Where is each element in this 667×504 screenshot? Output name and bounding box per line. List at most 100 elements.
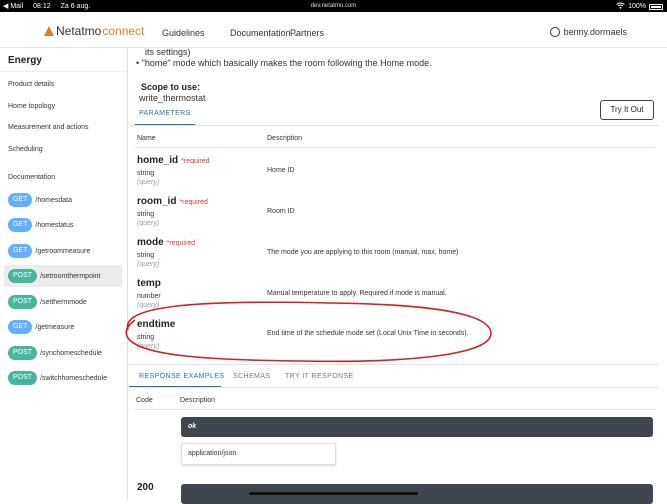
column-description: Description <box>180 397 216 404</box>
scope-label: Scope to use: <box>141 82 201 92</box>
nav-documentation[interactable]: Documentation ⌄ <box>230 28 299 38</box>
brand-sub: connect <box>102 24 145 38</box>
param-type: string <box>137 170 155 177</box>
endpoint-switchhomeschedule[interactable]: POST /switchhomeschedule <box>4 367 122 389</box>
battery-icon <box>649 3 663 10</box>
param-location: (query) <box>137 261 160 268</box>
column-description: Description <box>267 135 303 142</box>
divider <box>135 409 655 410</box>
nav-guidelines[interactable]: Guidelines <box>162 28 205 38</box>
param-name-text: temp <box>137 278 161 289</box>
tab-try-it-response[interactable]: TRY IT RESPONSE <box>285 373 354 380</box>
home-indicator[interactable] <box>249 492 418 495</box>
column-name: Name <box>137 135 156 142</box>
wifi-icon <box>616 2 625 11</box>
param-type: string <box>137 334 155 341</box>
nav-documentation-label: Documentation <box>230 28 291 38</box>
method-badge: POST <box>8 346 38 360</box>
divider <box>129 125 659 126</box>
sidebar-item-measurement[interactable]: Measurement and actions <box>8 124 89 131</box>
nav-partners[interactable]: Partners <box>290 28 324 38</box>
param-type: number <box>137 293 161 300</box>
method-badge: GET <box>8 320 33 334</box>
endpoint-getmeasure[interactable]: GET /getmeasure <box>4 316 122 338</box>
sidebar-item-documentation[interactable]: Documentation <box>8 174 55 181</box>
required-label: *required <box>166 240 196 247</box>
sidebar-item-scheduling[interactable]: Scheduling <box>8 146 43 153</box>
top-navigation: Netatmo connect Guidelines Documentation… <box>0 12 667 48</box>
param-type: string <box>137 211 155 218</box>
required-label: *required <box>181 158 210 165</box>
param-description: Home ID <box>267 167 295 174</box>
sidebar-item-home-topology[interactable]: Home topology <box>8 103 55 110</box>
param-name-text: home_id <box>137 155 179 166</box>
method-badge: GET <box>8 193 33 207</box>
param-name: home_id *required <box>137 155 210 166</box>
main-content: its settings) • "home" mode which basica… <box>129 47 667 504</box>
divider <box>0 71 128 72</box>
endpoint-path: /homestatus <box>35 221 74 229</box>
intro-bullet: • "home" mode which basically makes the … <box>136 58 432 68</box>
endpoint-path: /setthermmode <box>40 298 87 306</box>
param-type: string <box>137 252 155 259</box>
tab-parameters[interactable]: PARAMETERS <box>139 110 191 117</box>
scope-value: write_thermostat <box>139 93 206 103</box>
endpoint-path: /getmeasure <box>35 323 75 331</box>
content-type-select[interactable]: application/json <box>181 443 336 465</box>
method-badge: POST <box>8 371 38 385</box>
try-it-out-button[interactable]: Try It Out <box>600 100 654 120</box>
param-name-text: mode <box>137 237 164 248</box>
endpoint-path: /synchomeschedule <box>40 349 102 357</box>
param-name: room_id *required <box>137 196 208 207</box>
ios-status-bar: ◀ Mail 08:12 Za 6 aug. dev.netatmo.com 1… <box>0 0 667 12</box>
endpoint-path: /homesdata <box>35 196 72 204</box>
tab-response-examples[interactable]: RESPONSE EXAMPLES <box>139 373 224 380</box>
divider <box>129 387 659 388</box>
endpoint-synchomeschedule[interactable]: POST /synchomeschedule <box>4 342 122 364</box>
param-location: (query) <box>137 302 160 309</box>
ok-label-bar: ok <box>181 417 653 437</box>
endpoint-setthermmode[interactable]: POST /setthermmode <box>4 291 122 313</box>
param-description: End time of the schedule mode set (Local… <box>267 330 469 337</box>
param-name-text: room_id <box>137 196 177 207</box>
netatmo-logo[interactable]: Netatmo connect <box>44 24 144 38</box>
sidebar: Energy Product details Home topology Mea… <box>0 48 128 500</box>
method-badge: GET <box>8 218 33 232</box>
param-location: (query) <box>137 179 160 186</box>
param-description: The mode you are applying to this room (… <box>267 249 459 256</box>
endpoint-homestatus[interactable]: GET /homestatus <box>4 214 122 236</box>
brand-name: Netatmo <box>56 24 102 38</box>
param-name-text: endtime <box>137 319 176 330</box>
required-label: *required <box>179 199 208 206</box>
netatmo-logo-icon <box>44 26 54 36</box>
endpoint-path: /switchhomeschedule <box>40 374 107 382</box>
sidebar-title: Energy <box>8 55 42 66</box>
username: benny.dormaels <box>563 27 627 37</box>
url-display[interactable]: dev.netatmo.com <box>0 3 667 9</box>
user-menu[interactable]: benny.dormaels <box>549 27 627 37</box>
endpoint-path: /getroommeasure <box>35 247 91 255</box>
method-badge: POST <box>8 269 38 283</box>
divider <box>135 147 655 148</box>
divider <box>129 364 659 365</box>
param-name: endtime <box>137 319 175 330</box>
column-code: Code <box>136 397 153 404</box>
endpoint-getroommeasure[interactable]: GET /getroommeasure <box>4 240 122 262</box>
endpoint-path: /setroomthermpoint <box>40 272 101 280</box>
intro-text: its settings) <box>145 47 191 57</box>
method-badge: GET <box>8 244 33 258</box>
response-code: 200 <box>137 482 154 493</box>
battery-percent: 100% <box>628 3 646 10</box>
tab-schemas[interactable]: SCHEMAS <box>233 373 270 380</box>
endpoint-homesdata[interactable]: GET /homesdata <box>4 189 122 211</box>
param-name: temp <box>137 278 161 289</box>
scrollbar[interactable] <box>663 48 667 118</box>
method-badge: POST <box>8 295 38 309</box>
param-name: mode *required <box>137 237 195 248</box>
user-icon <box>549 27 560 37</box>
param-location: (query) <box>137 343 160 350</box>
param-description: Manual temperature to apply. Required if… <box>267 290 447 297</box>
endpoint-setroomthermpoint[interactable]: POST /setroomthermpoint <box>4 265 122 287</box>
param-description: Room ID <box>267 208 295 215</box>
sidebar-item-product-details[interactable]: Product details <box>8 81 54 88</box>
